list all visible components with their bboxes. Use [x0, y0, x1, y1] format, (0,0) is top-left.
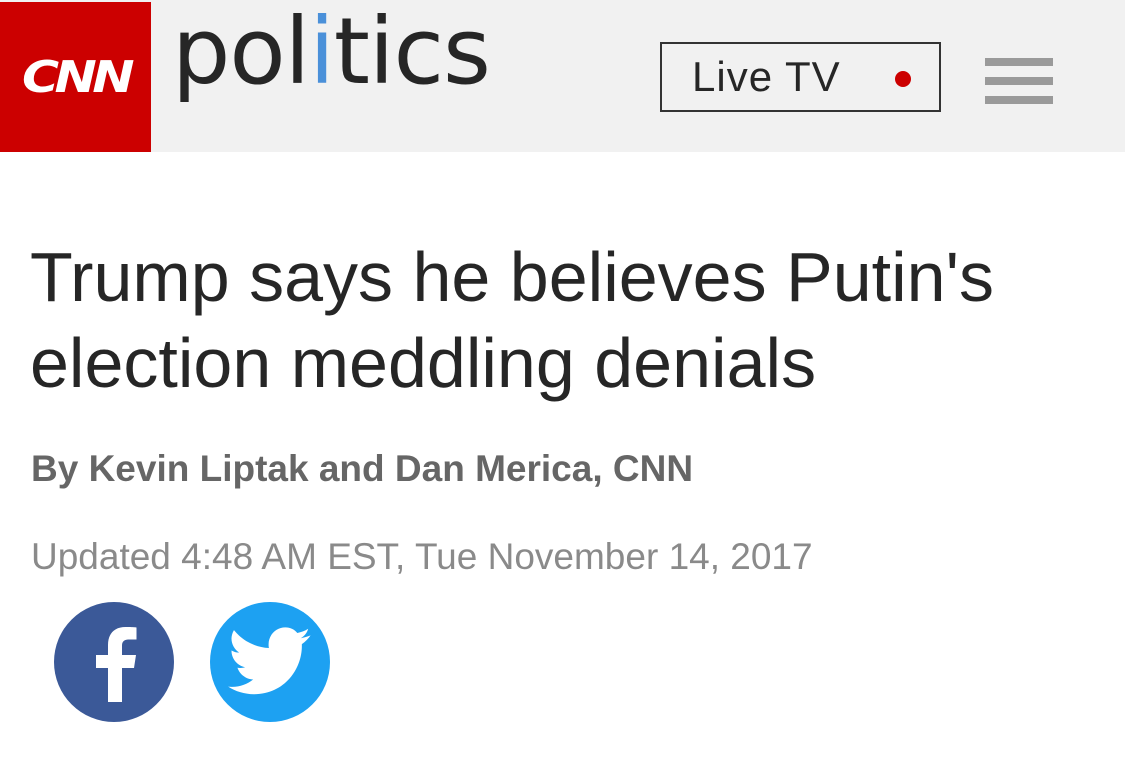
hamburger-menu-icon[interactable]: [985, 58, 1053, 106]
menu-bar: [985, 58, 1053, 66]
twitter-icon: [228, 627, 311, 695]
twitter-share-button[interactable]: [210, 602, 330, 722]
menu-bar: [985, 96, 1053, 104]
menu-bar: [985, 77, 1053, 85]
facebook-share-button[interactable]: [54, 602, 174, 722]
site-header: CNN politics Live TV: [0, 0, 1125, 152]
article-timestamp: Updated 4:48 AM EST, Tue November 14, 20…: [31, 536, 813, 577]
live-indicator-dot: [895, 71, 911, 87]
live-tv-button[interactable]: Live TV: [660, 42, 941, 112]
section-title[interactable]: politics: [172, 6, 491, 98]
cnn-logo[interactable]: CNN: [0, 2, 151, 152]
section-title-part2: tics: [333, 0, 491, 105]
article-byline: By Kevin Liptak and Dan Merica, CNN: [31, 448, 694, 489]
section-title-accent: i: [309, 0, 335, 105]
cnn-logo-text: CNN: [21, 51, 134, 103]
article-headline: Trump says he believes Putin's election …: [30, 238, 994, 402]
section-title-part1: pol: [172, 0, 310, 105]
live-tv-label: Live TV: [692, 53, 841, 100]
facebook-icon: [96, 627, 137, 702]
